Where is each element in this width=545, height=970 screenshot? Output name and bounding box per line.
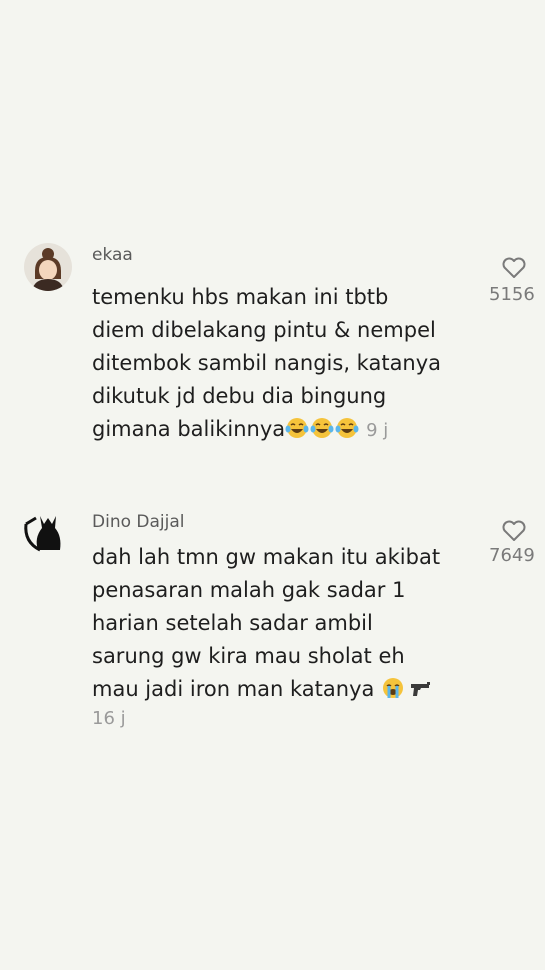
comment-line: mau jadi iron man katanya — [92, 677, 375, 701]
avatar[interactable] — [24, 243, 72, 291]
like-count: 7649 — [489, 545, 535, 566]
heart-outline-icon[interactable] — [501, 256, 527, 280]
pistol-emoji-icon — [411, 682, 431, 696]
comment-last-line: mau jadi iron man katanya — [92, 673, 440, 706]
like-count: 5156 — [489, 284, 535, 305]
comment-line: harian setelah sadar ambil — [92, 611, 373, 635]
comment-timestamp: 16 j — [92, 708, 126, 729]
comment-timestamp: 9 j — [366, 420, 389, 441]
username[interactable]: ekaa — [92, 245, 133, 265]
avatar[interactable] — [22, 510, 70, 558]
tears-of-joy-emoji-icon — [335, 418, 359, 438]
tears-of-joy-emoji-icon — [310, 418, 334, 438]
comment-text: dah lah tmn gw makan itu akibat penasara… — [92, 541, 440, 706]
comment-last-line: gimana balikinnya 9 j — [92, 413, 441, 447]
comment-line: penasaran malah gak sadar 1 — [92, 578, 406, 602]
heart-outline-icon[interactable] — [501, 519, 527, 543]
username[interactable]: Dino Dajjal — [92, 512, 185, 532]
comment-line: diem dibelakang pintu & nempel — [92, 318, 436, 342]
comment-line: sarung gw kira mau sholat eh — [92, 644, 405, 668]
comment-text: temenku hbs makan ini tbtb diem dibelaka… — [92, 281, 441, 447]
comment-line: dah lah tmn gw makan itu akibat — [92, 545, 441, 569]
comment-line: temenku hbs makan ini tbtb — [92, 285, 389, 309]
comment-line: gimana balikinnya — [92, 417, 286, 441]
loudly-crying-face-emoji-icon — [383, 678, 404, 698]
comment-line: ditembok sambil nangis, katanya — [92, 351, 442, 375]
comment-line: dikutuk jd debu dia bingung — [92, 384, 387, 408]
tears-of-joy-emoji-icon — [285, 418, 309, 438]
